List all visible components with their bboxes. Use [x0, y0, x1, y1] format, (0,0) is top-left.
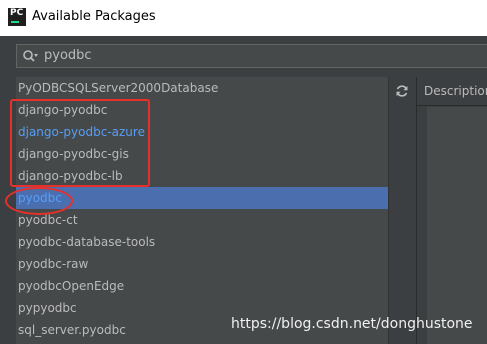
description-body [427, 107, 487, 344]
list-toolbar [388, 77, 414, 344]
annotation-rectangle [10, 99, 150, 187]
pycharm-icon: PC [8, 8, 26, 26]
app-icon-bar [11, 21, 19, 23]
search-input[interactable]: pyodbc [16, 44, 487, 68]
app-icon-text: PC [10, 8, 24, 18]
list-item[interactable]: PyODBCSQLServer2000Database [16, 77, 388, 99]
watermark: https://blog.csdn.net/donghustone [231, 316, 473, 332]
list-item[interactable]: pyodbc-ct [16, 209, 388, 231]
description-header: Description [417, 77, 487, 106]
list-item[interactable]: pyodbc-raw [16, 253, 388, 275]
search-icon [23, 50, 38, 62]
refresh-icon[interactable] [395, 84, 409, 98]
window-title: Available Packages [32, 9, 156, 24]
annotation-ellipse [5, 187, 73, 215]
title-bar: PC Available Packages [0, 0, 487, 36]
search-value: pyodbc [44, 48, 92, 63]
list-item[interactable]: pyodbc-database-tools [16, 231, 388, 253]
description-panel: Description [416, 77, 487, 344]
list-item[interactable]: pyodbcOpenEdge [16, 275, 388, 297]
